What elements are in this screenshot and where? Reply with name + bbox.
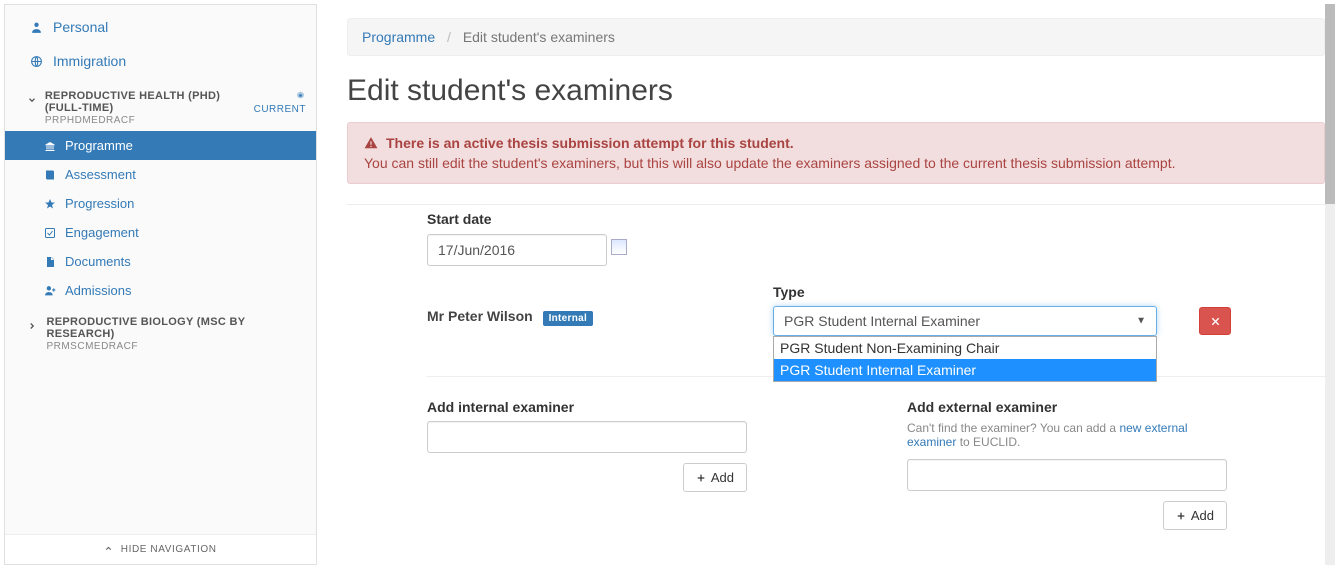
book-icon bbox=[41, 169, 59, 181]
chevron-down-icon: ▼ bbox=[1136, 316, 1146, 327]
programme-title: REPRODUCTIVE HEALTH (PHD) (FULL-TIME) bbox=[45, 90, 254, 114]
add-external-button-label: Add bbox=[1191, 508, 1214, 523]
type-label: Type bbox=[773, 284, 1325, 300]
type-dropdown: PGR Student Non-Examining Chair PGR Stud… bbox=[773, 336, 1157, 382]
add-external-button[interactable]: Add bbox=[1163, 501, 1227, 530]
alert-title-text: There is an active thesis submission att… bbox=[386, 135, 794, 151]
breadcrumb-link-programme[interactable]: Programme bbox=[362, 29, 435, 45]
scrollbar[interactable] bbox=[1325, 4, 1335, 565]
hint-pre: Can't find the examiner? You can add a bbox=[907, 421, 1119, 435]
warning-icon bbox=[364, 136, 378, 150]
add-internal-section: Add internal examiner Add bbox=[427, 399, 747, 530]
examiner-name: Mr Peter Wilson bbox=[427, 308, 533, 324]
plus-icon bbox=[1176, 511, 1186, 521]
programme-code: PRPHDMEDRACF bbox=[45, 115, 254, 126]
sidebar-item-label: Documents bbox=[65, 254, 131, 269]
plus-icon bbox=[696, 473, 706, 483]
add-internal-label: Add internal examiner bbox=[427, 399, 747, 415]
add-internal-input[interactable] bbox=[427, 421, 747, 453]
type-option-non-examining-chair[interactable]: PGR Student Non-Examining Chair bbox=[774, 337, 1156, 359]
examiner-badge: Internal bbox=[543, 311, 594, 326]
page-title: Edit student's examiners bbox=[347, 74, 1325, 108]
sidebar-item-label: Immigration bbox=[53, 53, 126, 69]
breadcrumb-separator: / bbox=[439, 29, 459, 45]
sidebar-item-personal[interactable]: Personal bbox=[5, 10, 316, 44]
sidebar-item-admissions[interactable]: Admissions bbox=[5, 276, 316, 305]
type-option-internal-examiner[interactable]: PGR Student Internal Examiner bbox=[774, 359, 1156, 381]
sidebar-item-immigration[interactable]: Immigration bbox=[5, 44, 316, 78]
add-external-label: Add external examiner bbox=[907, 399, 1227, 415]
sidebar-item-label: Progression bbox=[65, 196, 134, 211]
scrollbar-thumb[interactable] bbox=[1325, 4, 1335, 204]
add-external-section: Add external examiner Can't find the exa… bbox=[907, 399, 1227, 530]
sidebar-subnav: Programme Assessment Progression Engagem… bbox=[5, 131, 316, 305]
check-square-icon bbox=[41, 227, 59, 239]
chevron-down-icon bbox=[27, 90, 39, 108]
sidebar-item-programme[interactable]: Programme bbox=[5, 131, 316, 160]
calendar-icon[interactable] bbox=[611, 239, 627, 255]
hint-post: to EUCLID. bbox=[960, 435, 1021, 449]
sidebar-item-label: Admissions bbox=[65, 283, 131, 298]
type-selected-value: PGR Student Internal Examiner bbox=[784, 313, 980, 329]
close-icon bbox=[1210, 316, 1221, 327]
breadcrumb-current: Edit student's examiners bbox=[463, 29, 615, 45]
sidebar-programme-msc[interactable]: REPRODUCTIVE BIOLOGY (MSC BY RESEARCH) P… bbox=[5, 309, 316, 355]
programme-code: PRMSCMEDRACF bbox=[46, 341, 306, 352]
start-date-input[interactable] bbox=[427, 234, 607, 266]
hide-navigation-label: HIDE NAVIGATION bbox=[121, 544, 217, 555]
globe-icon bbox=[27, 55, 45, 68]
bank-icon bbox=[41, 140, 59, 152]
user-plus-icon bbox=[41, 284, 59, 297]
programme-title: REPRODUCTIVE BIOLOGY (MSC BY RESEARCH) bbox=[46, 316, 306, 340]
type-select[interactable]: PGR Student Internal Examiner ▼ bbox=[773, 306, 1157, 336]
star-icon bbox=[41, 198, 59, 210]
sidebar-item-documents[interactable]: Documents bbox=[5, 247, 316, 276]
sidebar-item-engagement[interactable]: Engagement bbox=[5, 218, 316, 247]
add-external-hint: Can't find the examiner? You can add a n… bbox=[907, 421, 1227, 449]
chevron-right-icon bbox=[27, 316, 40, 334]
programme-status: CURRENT bbox=[254, 104, 306, 115]
sidebar-item-progression[interactable]: Progression bbox=[5, 189, 316, 218]
main-content: Programme / Edit student's examiners Edi… bbox=[317, 4, 1335, 565]
person-icon bbox=[27, 21, 45, 34]
file-icon bbox=[41, 256, 59, 268]
add-internal-button-label: Add bbox=[711, 470, 734, 485]
alert-body-text: You can still edit the student's examine… bbox=[364, 155, 1308, 171]
add-internal-button[interactable]: Add bbox=[683, 463, 747, 492]
hide-navigation-button[interactable]: HIDE NAVIGATION bbox=[5, 534, 316, 564]
remove-examiner-button[interactable] bbox=[1199, 307, 1231, 335]
sidebar-item-label: Engagement bbox=[65, 225, 139, 240]
sidebar-item-assessment[interactable]: Assessment bbox=[5, 160, 316, 189]
sidebar-programme-phd[interactable]: REPRODUCTIVE HEALTH (PHD) (FULL-TIME) PR… bbox=[5, 83, 316, 129]
gear-icon[interactable] bbox=[254, 90, 306, 104]
sidebar-item-label: Programme bbox=[65, 138, 133, 153]
alert-warning: There is an active thesis submission att… bbox=[347, 122, 1325, 184]
start-date-label: Start date bbox=[427, 211, 1325, 227]
add-external-input[interactable] bbox=[907, 459, 1227, 491]
breadcrumb: Programme / Edit student's examiners bbox=[347, 18, 1325, 56]
sidebar-item-label: Personal bbox=[53, 19, 108, 35]
sidebar-item-label: Assessment bbox=[65, 167, 136, 182]
sidebar: Personal Immigration REPRODUCTIVE HEALTH… bbox=[4, 4, 317, 565]
